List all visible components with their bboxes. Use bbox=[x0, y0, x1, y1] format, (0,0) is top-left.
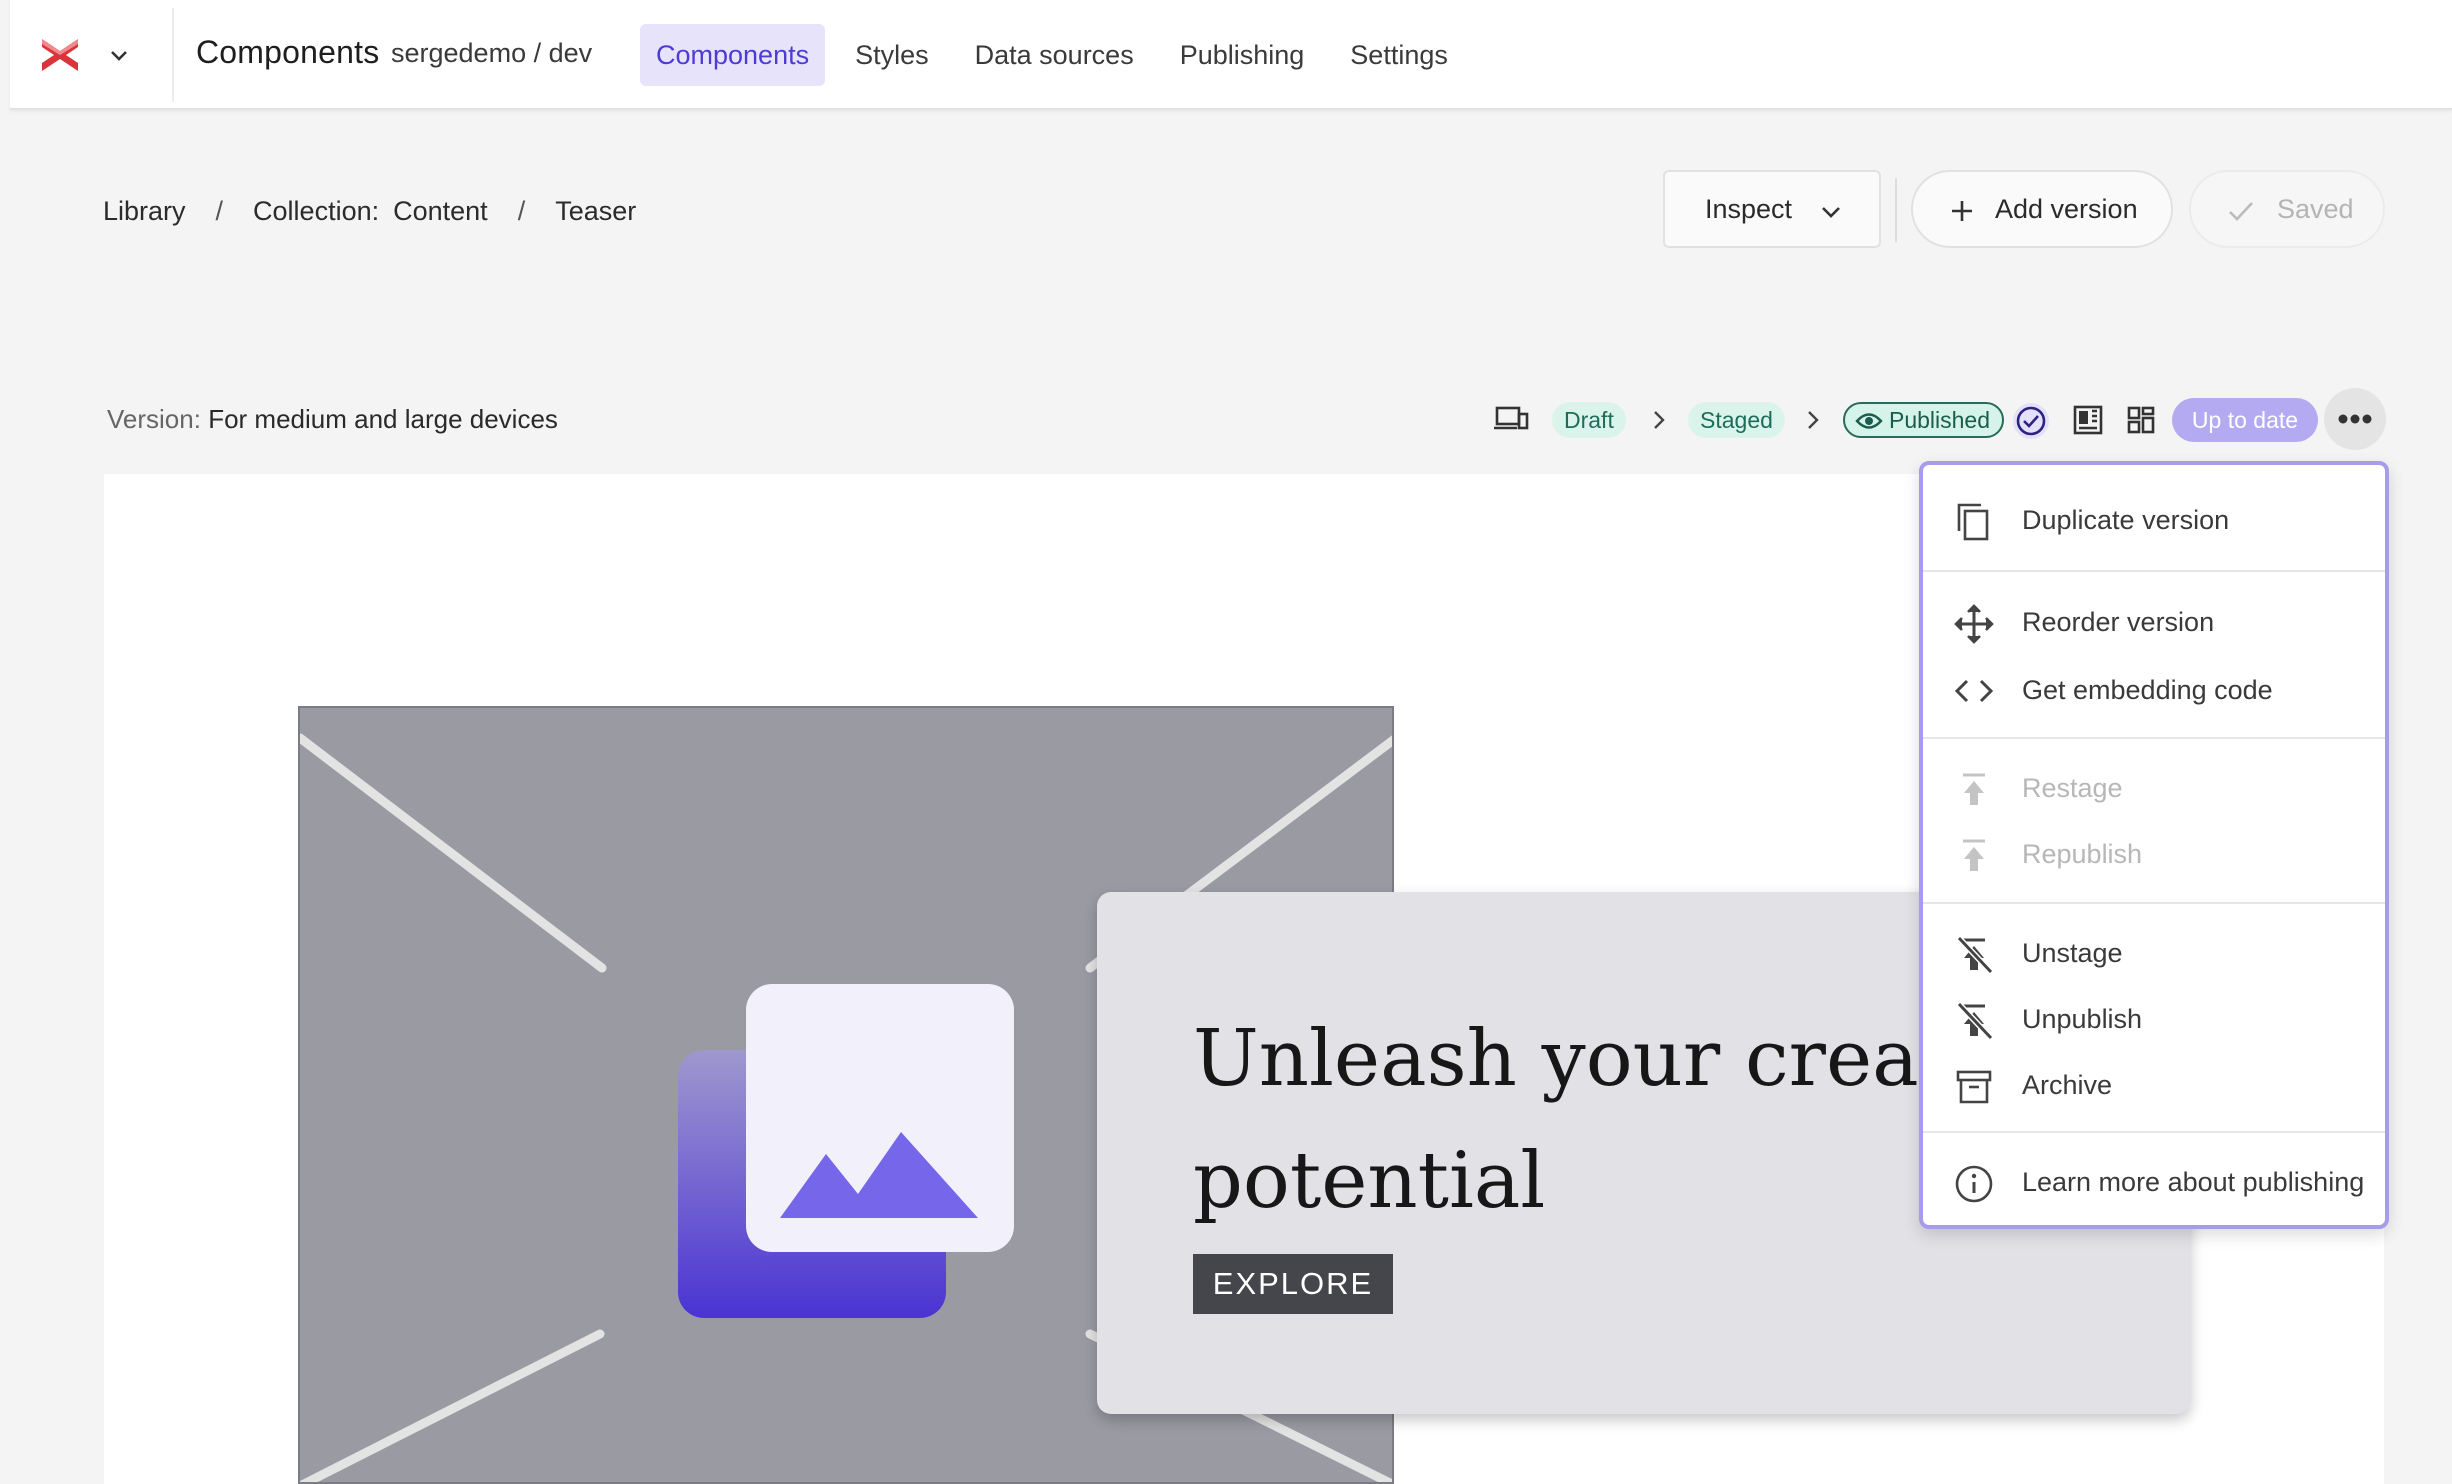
layout-icon[interactable] bbox=[2073, 405, 2103, 435]
unpublish-icon bbox=[1956, 935, 1994, 975]
chevron-right-icon bbox=[1808, 411, 1819, 429]
chevron-down-icon[interactable] bbox=[108, 44, 130, 66]
status-published-label: Published bbox=[1889, 407, 1991, 433]
copy-icon bbox=[1957, 503, 1989, 541]
chevron-down-icon bbox=[1822, 207, 1840, 218]
eye-icon bbox=[1855, 413, 1883, 429]
app-logo-icon bbox=[42, 39, 78, 71]
unpublish-icon bbox=[1956, 1001, 1994, 1041]
menu-item-label: Republish bbox=[2022, 839, 2143, 869]
menu-item-label: Learn more about publishing bbox=[2022, 1167, 2365, 1197]
status-draft[interactable]: Draft bbox=[1552, 402, 1626, 438]
menu-item-restage: Restage bbox=[1923, 759, 2385, 817]
menu-divider bbox=[1923, 737, 2385, 739]
grid-icon[interactable] bbox=[2126, 405, 2156, 435]
breadcrumb-collection-key[interactable]: Collection: bbox=[253, 196, 379, 227]
workspace-path[interactable]: sergedemo / dev bbox=[391, 38, 592, 69]
check-circle-icon[interactable] bbox=[2011, 401, 2051, 441]
version-label: Version: For medium and large devices bbox=[107, 404, 558, 435]
menu-item-learn-more-about-publishing[interactable]: Learn more about publishing bbox=[1923, 1153, 2385, 1211]
menu-item-label: Get embedding code bbox=[2022, 675, 2273, 705]
main-tabs: Components Styles Data sources Publishin… bbox=[640, 24, 1478, 86]
inspect-dropdown[interactable]: Inspect bbox=[1663, 170, 1881, 248]
status-staged[interactable]: Staged bbox=[1688, 402, 1785, 438]
breadcrumb-library[interactable]: Library bbox=[103, 196, 186, 227]
plus-icon bbox=[1952, 201, 1972, 221]
menu-item-unstage[interactable]: Unstage bbox=[1923, 924, 2385, 982]
menu-item-label: Restage bbox=[2022, 773, 2123, 803]
status-published[interactable]: Published bbox=[1843, 402, 2005, 438]
menu-divider bbox=[1923, 570, 2385, 572]
menu-item-label: Reorder version bbox=[2022, 607, 2215, 637]
add-version-button[interactable]: Add version bbox=[1911, 170, 2173, 248]
saved-label: Saved bbox=[2277, 193, 2354, 224]
inspect-label: Inspect bbox=[1705, 193, 1793, 224]
tab-data-sources[interactable]: Data sources bbox=[959, 24, 1150, 86]
app-switcher[interactable] bbox=[38, 28, 134, 82]
top-navigation-bar: Components sergedemo / dev Components St… bbox=[10, 0, 2452, 110]
menu-divider bbox=[1923, 902, 2385, 904]
upload-icon bbox=[1963, 773, 1985, 805]
mountain-image-icon bbox=[780, 1132, 978, 1218]
version-actions-menu: Duplicate version Reorder version Get em… bbox=[1919, 461, 2389, 1229]
breadcrumb-separator: / bbox=[517, 196, 526, 226]
tab-styles[interactable]: Styles bbox=[839, 24, 945, 86]
menu-item-archive[interactable]: Archive bbox=[1923, 1056, 2385, 1114]
saved-button: Saved bbox=[2189, 170, 2385, 248]
version-value[interactable]: For medium and large devices bbox=[208, 404, 558, 434]
action-divider bbox=[1895, 178, 1897, 242]
breadcrumb-collection-value[interactable]: Content bbox=[393, 196, 488, 227]
breadcrumb-current: Teaser bbox=[555, 196, 637, 226]
breadcrumb-separator: / bbox=[215, 196, 224, 226]
menu-item-reorder-version[interactable]: Reorder version bbox=[1923, 593, 2385, 651]
devices-icon[interactable] bbox=[1493, 404, 1529, 434]
image-placeholder-icon bbox=[746, 984, 1014, 1252]
code-icon bbox=[1954, 679, 1994, 703]
menu-item-republish: Republish bbox=[1923, 825, 2385, 883]
nav-divider bbox=[172, 8, 174, 102]
menu-item-label: Unstage bbox=[2022, 938, 2123, 968]
add-version-label: Add version bbox=[1995, 193, 2138, 224]
menu-item-get-embedding-code[interactable]: Get embedding code bbox=[1923, 661, 2385, 719]
explore-button[interactable]: EXPLORE bbox=[1193, 1254, 1393, 1314]
menu-item-label: Duplicate version bbox=[2022, 505, 2230, 535]
menu-divider bbox=[1923, 1131, 2385, 1133]
version-key: Version: bbox=[107, 404, 201, 434]
tab-components[interactable]: Components bbox=[640, 24, 826, 86]
menu-item-unpublish[interactable]: Unpublish bbox=[1923, 990, 2385, 1048]
up-to-date-badge[interactable]: Up to date bbox=[2172, 398, 2318, 442]
archive-icon bbox=[1956, 1070, 1992, 1104]
app-title: Components bbox=[196, 34, 380, 70]
breadcrumb: Library / Collection: Content / Teaser bbox=[103, 196, 636, 227]
info-icon bbox=[1955, 1165, 1993, 1203]
chevron-right-icon bbox=[1654, 411, 1665, 429]
tab-publishing[interactable]: Publishing bbox=[1164, 24, 1321, 86]
tab-settings[interactable]: Settings bbox=[1334, 24, 1464, 86]
move-icon bbox=[1954, 604, 1994, 644]
menu-item-label: Unpublish bbox=[2022, 1004, 2143, 1034]
more-horizontal-icon bbox=[2338, 414, 2372, 424]
menu-item-label: Archive bbox=[2022, 1070, 2113, 1100]
upload-icon bbox=[1963, 839, 1985, 871]
check-icon bbox=[2229, 202, 2253, 221]
menu-item-duplicate-version[interactable]: Duplicate version bbox=[1923, 491, 2385, 549]
more-options-button[interactable] bbox=[2324, 388, 2386, 450]
